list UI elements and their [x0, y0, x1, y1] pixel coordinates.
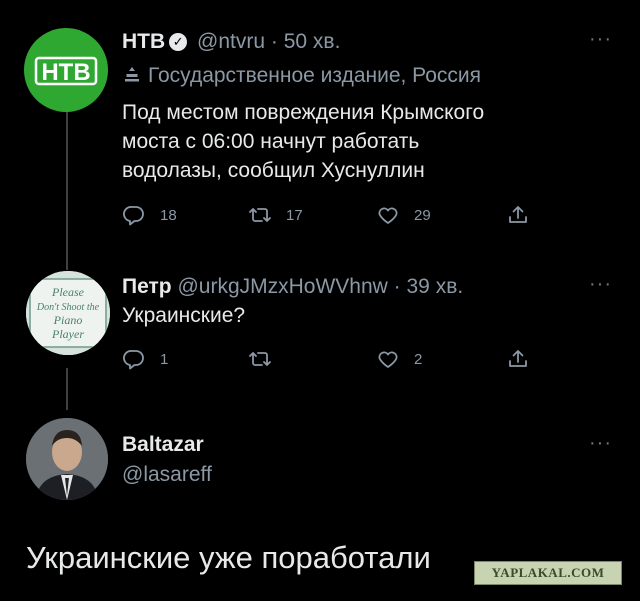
ntv-logo-icon: НТВ: [34, 56, 98, 86]
tweet-actions: 18 17 29: [122, 203, 542, 233]
tweet-actions: 1 2: [122, 347, 542, 377]
author-name-block: Baltazar: [122, 433, 204, 457]
retweet-count: 17: [286, 206, 303, 224]
state-media-label[interactable]: Государственное издание, Россия: [122, 64, 481, 88]
baltazar-avatar[interactable]: [26, 418, 108, 500]
author-handle[interactable]: @ntvru: [197, 30, 265, 53]
author-name[interactable]: Baltazar: [122, 433, 204, 456]
like-button[interactable]: 2: [376, 347, 422, 371]
tweet-petr[interactable]: Please Don't Shoot the Piano Player Петр…: [0, 255, 640, 395]
heart-icon: [378, 207, 398, 224]
like-count: 29: [414, 206, 431, 224]
tweet-ntv[interactable]: НТВ НТВ ✓ @ntvru · 50 хв. ··· Государстве…: [0, 0, 640, 250]
focused-tweet-text: Украинские уже поработали: [26, 540, 431, 575]
tweet-text-line: Украинские?: [122, 304, 246, 327]
more-options-icon[interactable]: ···: [589, 28, 612, 51]
reply-count: 1: [160, 350, 169, 368]
more-options-icon[interactable]: ···: [589, 273, 612, 296]
tweet-text-line: моста с 06:00 начнут работать: [122, 130, 420, 153]
piano-player-picture-icon: Please Don't Shoot the Piano Player: [26, 271, 110, 355]
timestamp[interactable]: 50 хв.: [284, 30, 341, 53]
ntv-avatar[interactable]: НТВ: [24, 28, 108, 112]
more-options-icon[interactable]: ···: [589, 432, 612, 455]
svg-text:Piano: Piano: [53, 313, 83, 327]
svg-text:Don't Shoot the: Don't Shoot the: [36, 302, 100, 313]
heart-icon: [378, 351, 398, 368]
like-button[interactable]: 29: [376, 203, 431, 227]
retweet-button[interactable]: [248, 347, 286, 371]
share-icon: [509, 350, 527, 367]
like-count: 2: [414, 350, 423, 368]
retweet-icon: [249, 208, 271, 222]
author-handle-block: @lasareff: [122, 463, 212, 487]
reply-button[interactable]: 1: [122, 347, 168, 371]
retweet-button[interactable]: 17: [248, 203, 303, 227]
svg-text:Player: Player: [51, 327, 84, 341]
tweet-header: НТВ ✓ @ntvru · 50 хв.: [122, 30, 340, 54]
timestamp[interactable]: 39 хв.: [407, 275, 464, 298]
reply-button[interactable]: 18: [122, 203, 177, 227]
tweet-text: Украинские?: [122, 301, 245, 330]
share-icon: [509, 206, 527, 223]
watermark: YAPLAKAL.COM: [474, 561, 622, 585]
person-portrait-icon: [26, 418, 108, 500]
author-name[interactable]: НТВ: [122, 30, 165, 53]
author-handle[interactable]: @lasareff: [122, 463, 212, 486]
reply-icon: [123, 350, 144, 370]
verified-badge-icon: ✓: [169, 33, 188, 51]
state-media-icon: [125, 67, 139, 82]
share-button[interactable]: [506, 347, 530, 371]
state-media-text: Государственное издание, Россия: [148, 64, 482, 87]
tweet-text-line: Под местом повреждения Крымского: [122, 101, 485, 124]
separator-dot: ·: [393, 275, 401, 298]
author-handle[interactable]: @urkgJMzxHoWVhnw: [177, 275, 387, 298]
share-button[interactable]: [506, 203, 530, 227]
separator-dot: ·: [270, 30, 278, 53]
tweet-text-line: водолазы, сообщил Хуснуллин: [122, 159, 425, 182]
author-name[interactable]: Петр: [122, 275, 172, 298]
retweet-icon: [249, 352, 271, 366]
reply-icon: [123, 206, 144, 226]
tweet-text: Под местом повреждения Крымского моста с…: [122, 98, 484, 185]
svg-text:Please: Please: [51, 285, 85, 299]
reply-count: 18: [160, 206, 177, 224]
tweet-header: Петр @urkgJMzxHoWVhnw · 39 хв.: [122, 275, 463, 299]
svg-text:НТВ: НТВ: [41, 59, 90, 86]
petr-avatar[interactable]: Please Don't Shoot the Piano Player: [26, 271, 110, 355]
